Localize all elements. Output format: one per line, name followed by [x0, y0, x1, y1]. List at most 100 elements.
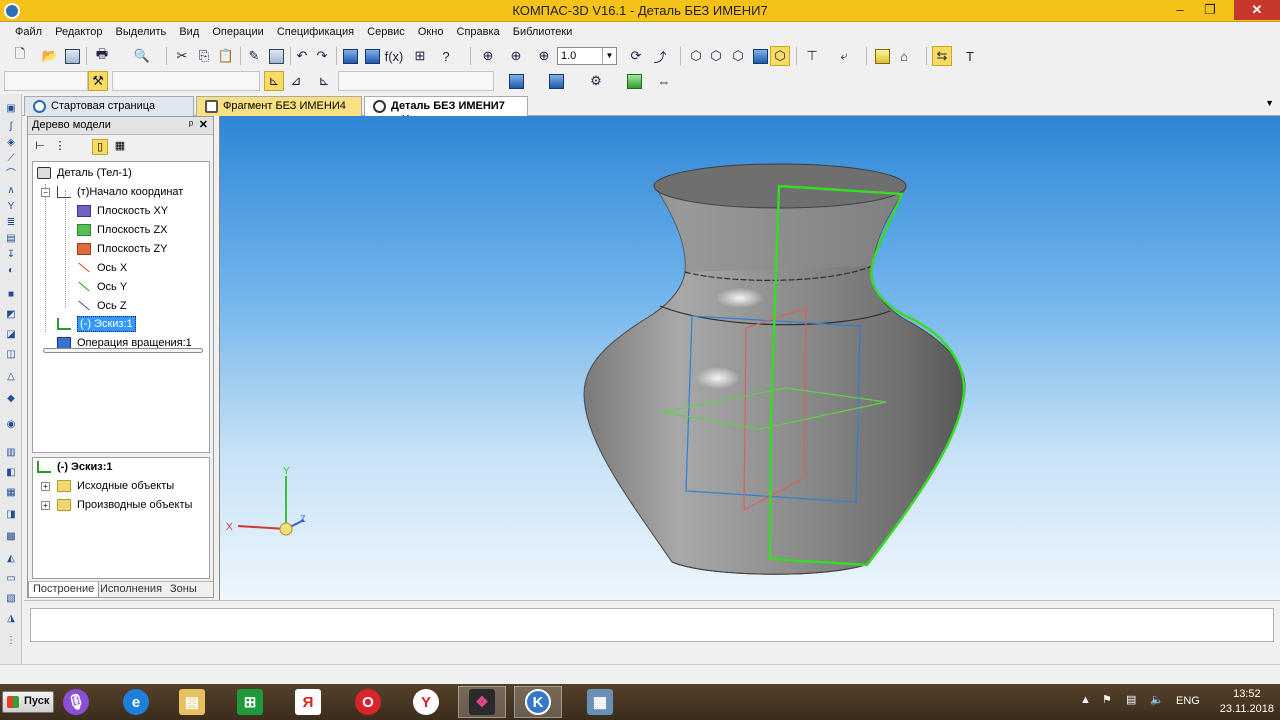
solid-revolve-icon[interactable]: ◩	[3, 308, 19, 322]
menu-operations[interactable]: Операции	[207, 22, 268, 38]
chevron-down-icon[interactable]: ▼	[602, 48, 616, 64]
tree-item-sketch[interactable]: (-) Эскиз:1	[57, 315, 136, 333]
extrude-icon[interactable]	[506, 71, 526, 91]
tree-item-axis-z[interactable]: Ось Z	[77, 297, 127, 315]
variables-icon[interactable]: f(x)	[384, 46, 404, 66]
horizontal-scrollbar[interactable]	[43, 348, 203, 353]
tab-zones[interactable]: Зоны	[166, 582, 201, 598]
fillet-icon[interactable]: △	[3, 370, 19, 384]
sketch-mode-icon[interactable]: ⊾	[264, 71, 284, 91]
measure-tool-icon[interactable]: ▭	[3, 572, 19, 586]
collapse-icon[interactable]: −	[41, 188, 50, 197]
sheet-metal-icon[interactable]: ◭	[3, 552, 19, 566]
opera-icon[interactable]: O	[344, 686, 392, 718]
curve-icon[interactable]: ∫	[3, 120, 19, 134]
manager-icon[interactable]	[340, 46, 360, 66]
arc-icon[interactable]: ⌒	[3, 168, 19, 182]
paste-icon[interactable]: 📋	[216, 46, 236, 66]
measure-icon[interactable]: ⌂	[894, 46, 914, 66]
hidden-lines-icon[interactable]: ⬡	[706, 46, 726, 66]
calc-icon[interactable]: ⊞	[410, 46, 430, 66]
tab-executions[interactable]: Исполнения	[96, 582, 166, 598]
orientation-icon[interactable]: ⤴	[650, 46, 670, 66]
minimize-button[interactable]: –	[1166, 0, 1194, 20]
menu-window[interactable]: Окно	[413, 22, 449, 38]
spec-icon[interactable]: ▧	[3, 592, 19, 606]
parametric-icon[interactable]: ⊾	[314, 71, 334, 91]
tree-item-axis-y[interactable]: Ось Y	[77, 278, 127, 296]
maximize-button[interactable]: ❐	[1196, 0, 1224, 20]
mic-icon[interactable]: 🎙	[52, 686, 100, 718]
explorer-icon[interactable]: ▤	[168, 686, 216, 718]
open-file-icon[interactable]: 📂	[40, 46, 60, 66]
dimensions-icon[interactable]: ⇔	[654, 71, 674, 91]
solid-extrude-icon[interactable]: ■	[3, 288, 19, 302]
tab-fragment[interactable]: Фрагмент БЕЗ ИМЕНИ4	[196, 96, 362, 116]
state-field-3[interactable]	[338, 71, 494, 91]
dimension-tool-icon[interactable]: ↧	[3, 248, 19, 262]
new-file-icon[interactable]: 🗋	[10, 46, 30, 66]
yandex-browser-icon[interactable]: Я	[284, 686, 332, 718]
zoom-scale-icon[interactable]: ⊕	[506, 46, 526, 66]
tree-item-plane-xy[interactable]: Плоскость XY	[77, 202, 168, 220]
library-manager-icon[interactable]	[362, 46, 382, 66]
report-icon[interactable]: ◮	[3, 612, 19, 626]
print-icon[interactable]: 🖶	[92, 46, 112, 66]
relations-item-derived[interactable]: Производные объекты	[57, 496, 192, 514]
network-icon[interactable]: ▤	[1126, 693, 1136, 720]
clock[interactable]: 13:52 23.11.2018	[1220, 687, 1274, 717]
relations-item-source[interactable]: Исходные объекты	[57, 477, 174, 495]
tree-structure-icon[interactable]: ⋮	[52, 139, 68, 155]
vase-model[interactable]	[583, 163, 966, 575]
coordinate-system-icon[interactable]	[872, 46, 892, 66]
tree-item-axis-x[interactable]: Ось X	[77, 259, 127, 277]
geometry-icon[interactable]: ▣	[3, 102, 19, 116]
line-icon[interactable]: ⟋	[3, 152, 19, 166]
point-icon[interactable]: ◈	[3, 136, 19, 150]
menu-edit[interactable]: Редактор	[50, 22, 107, 38]
preview-icon[interactable]: 🔍	[132, 46, 152, 66]
mirror-icon[interactable]: ▥	[3, 446, 19, 460]
tray-arrow-icon[interactable]: ▲	[1080, 694, 1091, 720]
menu-specification[interactable]: Спецификация	[272, 22, 359, 38]
zoom-level-input[interactable]: 1.0 ▼	[557, 47, 617, 65]
tree-item-plane-zx[interactable]: Плоскость ZX	[77, 221, 168, 239]
app-icon[interactable]: ▦	[576, 686, 624, 718]
zoom-window-icon[interactable]: ⊕	[478, 46, 498, 66]
save-icon[interactable]	[62, 46, 82, 66]
cut-extrude-icon[interactable]	[546, 71, 566, 91]
chamfer-icon[interactable]: ◆	[3, 392, 19, 406]
shaded-edges-icon[interactable]: ⬡	[770, 46, 790, 66]
hole-icon[interactable]: ◐	[3, 264, 19, 278]
layers-icon[interactable]: ≣	[3, 216, 19, 230]
cut-icon[interactable]: ✂	[172, 46, 192, 66]
edit-sketch-icon[interactable]: ⊿	[286, 71, 306, 91]
yandex-icon[interactable]: Y	[402, 686, 450, 718]
help-pointer-icon[interactable]: ?	[436, 46, 456, 66]
menu-select[interactable]: Выделить	[111, 22, 172, 38]
tree-item-part[interactable]: Деталь (Тел-1)	[37, 164, 132, 182]
menu-view[interactable]: Вид	[174, 22, 204, 38]
3d-viewport[interactable]: Y X Z	[219, 116, 1280, 600]
tree-view-icon[interactable]: ▯	[92, 139, 108, 155]
state-field-1[interactable]	[4, 71, 88, 91]
close-icon[interactable]: ✕	[199, 118, 208, 131]
relations-item-sketch[interactable]: (-) Эскиз:1	[37, 458, 113, 476]
undo-icon[interactable]: ↶	[292, 46, 312, 66]
store-icon[interactable]: ⊞	[226, 686, 274, 718]
shaded-icon[interactable]	[750, 46, 770, 66]
redo-icon[interactable]: ↷	[312, 46, 332, 66]
media-icon[interactable]: ❖	[458, 686, 506, 718]
close-button[interactable]: ✕	[1234, 0, 1280, 20]
tree-item-plane-zy[interactable]: Плоскость ZY	[77, 240, 168, 258]
tab-construction[interactable]: Построение	[28, 582, 100, 598]
thin-lines-icon[interactable]: ⬡	[728, 46, 748, 66]
array-icon[interactable]: ⚙	[586, 71, 606, 91]
variables-panel-icon[interactable]: ⇆	[932, 46, 952, 66]
more-tools-icon[interactable]: ⋮	[3, 634, 19, 648]
solid-loft-icon[interactable]: ◪	[3, 328, 19, 342]
text-icon[interactable]: T	[960, 46, 980, 66]
axis-tool-icon[interactable]: ◨	[3, 508, 19, 522]
angle-icon[interactable]: ∧	[3, 184, 19, 198]
start-button[interactable]: Пуск	[2, 691, 54, 713]
